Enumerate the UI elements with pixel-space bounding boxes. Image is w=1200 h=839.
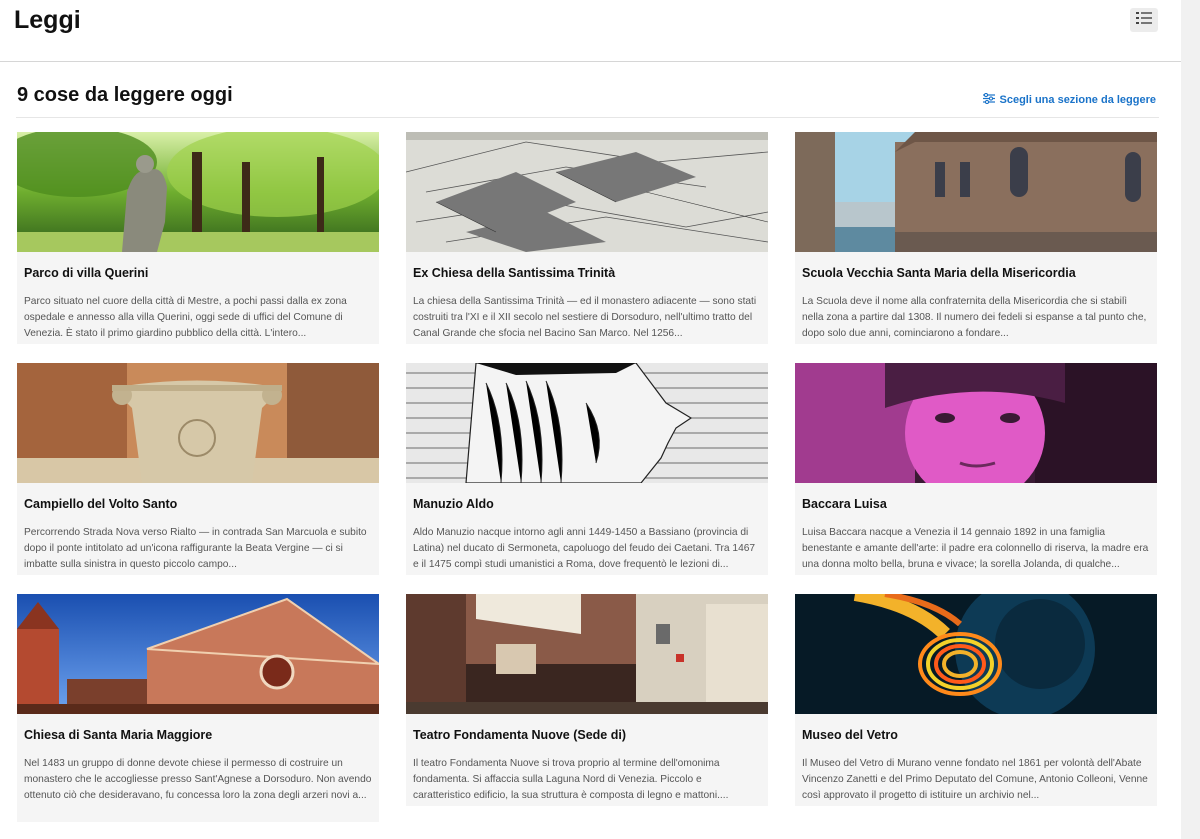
woman-portrait-image[interactable] xyxy=(795,363,1157,483)
portrait-engraving-image[interactable] xyxy=(406,363,768,483)
card-excerpt: Percorrendo Strada Nova verso Rialto — i… xyxy=(24,527,367,570)
card-title[interactable]: Scuola Vecchia Santa Maria della Miseric… xyxy=(795,252,1157,288)
card-title[interactable]: Baccara Luisa xyxy=(795,483,1157,519)
card-excerpt: Nel 1483 un gruppo di donne devote chies… xyxy=(24,758,372,801)
section-title: 9 cose da leggere oggi xyxy=(17,84,233,106)
scrollbar[interactable] xyxy=(1181,0,1200,839)
card-excerpt: Aldo Manuzio nacque intorno agli anni 14… xyxy=(413,527,756,570)
menu-button[interactable] xyxy=(1130,8,1158,32)
article-card[interactable]: Scuola Vecchia Santa Maria della Miseric… xyxy=(795,132,1157,344)
choose-section-label: Scegli una sezione da leggere xyxy=(999,94,1157,106)
card-excerpt: La Scuola deve il nome alla confraternit… xyxy=(802,296,1147,339)
theatre-street-image[interactable] xyxy=(406,594,768,714)
card-title[interactable]: Teatro Fondamenta Nuove (Sede di) xyxy=(406,714,768,750)
card-excerpt: Il Museo del Vetro di Murano venne fonda… xyxy=(802,758,1148,801)
article-card[interactable]: Baccara Luisa Luisa Baccara nacque a Ven… xyxy=(795,363,1157,575)
card-title[interactable]: Parco di villa Querini xyxy=(17,252,379,288)
article-card[interactable]: Teatro Fondamenta Nuove (Sede di) Il tea… xyxy=(406,594,768,806)
church-facade-image[interactable] xyxy=(17,594,379,714)
article-card[interactable]: Ex Chiesa della Santissima Trinità La ch… xyxy=(406,132,768,344)
article-card[interactable]: Campiello del Volto Santo Percorrendo St… xyxy=(17,363,379,575)
article-card[interactable]: Museo del Vetro Il Museo del Vetro di Mu… xyxy=(795,594,1157,806)
card-excerpt: Luisa Baccara nacque a Venezia il 14 gen… xyxy=(802,527,1149,570)
article-card[interactable]: Chiesa di Santa Maria Maggiore Nel 1483 … xyxy=(17,594,379,822)
card-excerpt: La chiesa della Santissima Trinità — ed … xyxy=(413,296,757,339)
park-statue-image[interactable] xyxy=(17,132,379,252)
card-excerpt: Parco situato nel cuore della città di M… xyxy=(24,296,347,339)
section-header: 9 cose da leggere oggi Scegli una sezion… xyxy=(16,84,1159,118)
top-bar: Leggi xyxy=(0,0,1181,62)
article-card[interactable]: Manuzio Aldo Aldo Manuzio nacque intorno… xyxy=(406,363,768,575)
card-title[interactable]: Chiesa di Santa Maria Maggiore xyxy=(17,714,379,750)
sliders-icon xyxy=(982,92,995,107)
glass-furnace-image[interactable] xyxy=(795,594,1157,714)
wellhead-image[interactable] xyxy=(17,363,379,483)
card-title[interactable]: Manuzio Aldo xyxy=(406,483,768,519)
canal-building-image[interactable] xyxy=(795,132,1157,252)
card-title[interactable]: Ex Chiesa della Santissima Trinità xyxy=(406,252,768,288)
card-excerpt: Il teatro Fondamenta Nuove si trova prop… xyxy=(413,758,729,801)
choose-section-link[interactable]: Scegli una sezione da leggere xyxy=(982,92,1157,107)
card-title[interactable]: Campiello del Volto Santo xyxy=(17,483,379,519)
list-icon xyxy=(1135,11,1153,30)
card-title[interactable]: Museo del Vetro xyxy=(795,714,1157,750)
page-title: Leggi xyxy=(14,6,81,34)
article-card[interactable]: Parco di villa Querini Parco situato nel… xyxy=(17,132,379,344)
engraving-map-image[interactable] xyxy=(406,132,768,252)
